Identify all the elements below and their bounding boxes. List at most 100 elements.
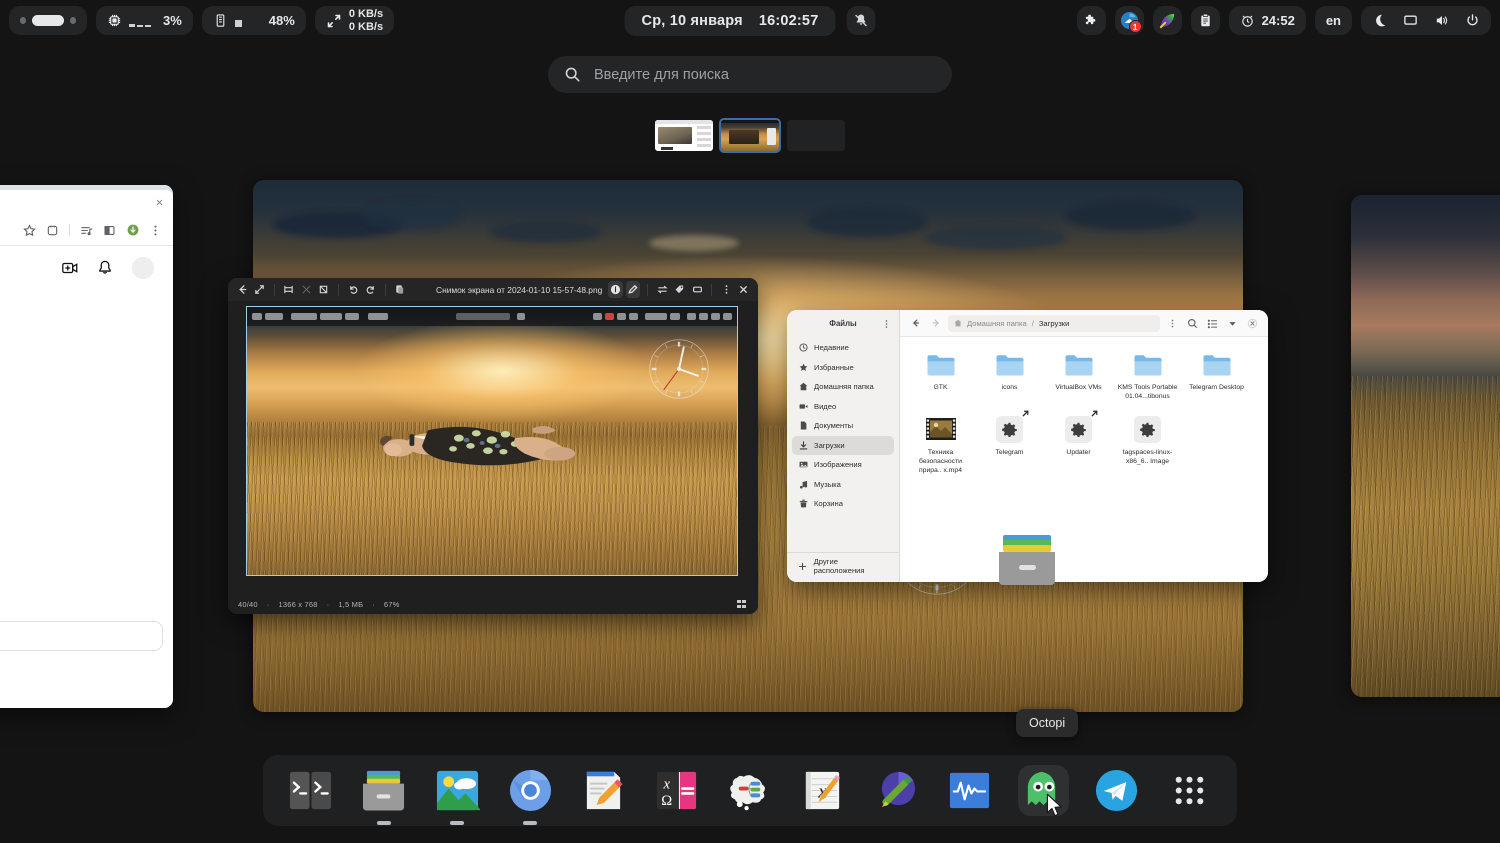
file-item-executable[interactable]: Telegram <box>975 410 1044 476</box>
keyboard-layout-button[interactable]: en <box>1314 6 1352 35</box>
workspace-thumb-2[interactable] <box>719 117 781 153</box>
split-view-icon[interactable] <box>99 220 120 241</box>
recommendation-card[interactable]: и из ваших рекомендаций. <box>0 620 163 651</box>
fit-icon[interactable] <box>282 281 296 298</box>
sidebar-item-downloads[interactable]: Загрузки <box>792 435 894 455</box>
arrow-left-icon[interactable] <box>908 316 923 331</box>
extensions-icon[interactable] <box>42 220 63 241</box>
kebab-menu-icon[interactable] <box>145 220 166 241</box>
timer-widget[interactable]: 24:52 <box>1228 6 1306 35</box>
dock-item-telegram[interactable] <box>1091 765 1142 816</box>
rotate-right-icon[interactable] <box>363 281 377 298</box>
sidebar-item-home[interactable]: Домашняя папка <box>792 377 894 397</box>
dock-item-octopi[interactable] <box>1017 765 1069 817</box>
dock-item-app-grid[interactable] <box>1164 765 1215 816</box>
browser-tab[interactable] <box>0 190 173 215</box>
dock-item-terminal[interactable] <box>285 765 336 816</box>
dock-item-mind-map[interactable] <box>725 765 776 816</box>
list-item[interactable]: м – True Roots ие видео с этого канала <box>0 366 168 393</box>
sidebar-item-documents[interactable]: Документы <box>792 416 894 436</box>
night-light-button[interactable] <box>1365 6 1394 35</box>
arrow-right-icon[interactable] <box>928 316 943 331</box>
browser-content[interactable]: КУЛЯРНЫЙ СТОЛ своими ми. Подробно, от А … <box>0 246 173 708</box>
sidebar-item-music[interactable]: Музыка <box>792 475 894 495</box>
workspace-thumb-3[interactable] <box>787 119 845 151</box>
bookmark-star-icon[interactable] <box>19 220 40 241</box>
power-button[interactable] <box>1458 6 1487 35</box>
dock-item-files[interactable] <box>358 765 409 825</box>
clock[interactable]: Ср, 10 января 16:02:57 <box>624 5 836 36</box>
list-item[interactable]: Perfect Outfeed table! Only s and Plywoo… <box>0 552 168 606</box>
sidebar-item-trash[interactable]: Корзина <box>792 494 894 514</box>
fullscreen-icon[interactable] <box>252 281 266 298</box>
workspace-indicator[interactable] <box>9 6 87 35</box>
search-bar[interactable] <box>548 56 952 93</box>
breadcrumb-home[interactable]: Домашняя папка <box>967 319 1027 328</box>
tag-icon[interactable] <box>672 281 686 298</box>
updates-tray-button[interactable]: 1 <box>1114 6 1144 35</box>
dock-item-xournal[interactable]: x <box>798 765 849 816</box>
image-viewer-window[interactable]: Снимок экрана от 2024-01-10 15-57-48.png <box>228 278 758 614</box>
dock-item-gimp[interactable] <box>871 765 922 816</box>
gallery-grid-icon[interactable] <box>737 599 748 609</box>
chevron-down-icon[interactable] <box>1225 316 1240 331</box>
back-icon[interactable] <box>235 281 249 298</box>
dock-item-calculator[interactable]: x Ω <box>651 765 702 816</box>
cpu-monitor[interactable]: 3% <box>96 6 193 35</box>
image-viewer-canvas[interactable] <box>228 301 758 594</box>
memory-monitor[interactable]: 48% <box>201 6 306 35</box>
file-item-folder[interactable]: GTK <box>906 349 975 402</box>
file-item-folder[interactable]: icons <box>975 349 1044 402</box>
wallpaper-icon[interactable] <box>690 281 704 298</box>
sidebar-item-starred[interactable]: Избранные <box>792 358 894 378</box>
search-icon[interactable] <box>1185 316 1200 331</box>
download-icon[interactable] <box>122 220 143 241</box>
workspace-thumb-1[interactable] <box>655 119 713 151</box>
dock-item-system-monitor[interactable] <box>944 765 995 816</box>
breadcrumb[interactable]: Домашняя папка / Загрузки <box>948 314 1160 332</box>
file-item-executable[interactable]: tagspaces-linux-x86_6.. Image <box>1113 414 1182 476</box>
file-item-folder[interactable]: Telegram Desktop <box>1182 349 1251 402</box>
list-item[interactable]: гольная пила (3in1) aker 리메이커 лн просмот… <box>0 494 168 534</box>
dock-item-image-viewer[interactable] <box>432 765 483 825</box>
dock-item-text-editor[interactable] <box>578 765 629 816</box>
zoom-in-icon[interactable] <box>317 281 331 298</box>
edit-icon[interactable] <box>625 281 641 298</box>
sidebar-item-other-locations[interactable]: Другие расположения <box>792 557 894 577</box>
sidebar-item-videos[interactable]: Видео <box>792 397 894 417</box>
kebab-menu-icon[interactable] <box>1165 316 1180 331</box>
list-item[interactable]: ood model airplane modelo em compensado … <box>0 408 168 480</box>
file-grid[interactable]: GTK icons VirtualBox VMs KMS Tools Porta… <box>900 337 1268 582</box>
dock-item-chromium[interactable] <box>505 765 556 825</box>
volume-button[interactable] <box>1427 6 1456 35</box>
file-item-folder[interactable]: VirtualBox VMs <box>1044 349 1113 402</box>
avatar[interactable] <box>131 256 155 280</box>
file-item-executable[interactable]: Updater <box>1044 410 1113 476</box>
close-icon[interactable] <box>737 281 751 298</box>
flip-icon[interactable] <box>655 281 669 298</box>
close-icon[interactable] <box>1245 316 1260 331</box>
menu-icon[interactable] <box>719 281 733 298</box>
info-icon[interactable] <box>608 281 623 298</box>
files-app-icon[interactable] <box>997 533 1057 587</box>
close-icon[interactable] <box>155 198 164 207</box>
workspace-preview-next[interactable] <box>1351 195 1500 697</box>
rotate-left-icon[interactable] <box>346 281 360 298</box>
paint-tray-button[interactable] <box>1152 6 1182 35</box>
file-item-video[interactable]: Техника безопасности прира.. x.mp4 <box>906 414 975 476</box>
browser-window[interactable]: КУЛЯРНЫЙ СТОЛ своими ми. Подробно, от А … <box>0 185 173 708</box>
playlist-icon[interactable] <box>76 220 97 241</box>
breadcrumb-current[interactable]: Загрузки <box>1039 319 1070 328</box>
search-input[interactable] <box>594 66 936 83</box>
display-button[interactable] <box>1396 6 1425 35</box>
sidebar-item-pictures[interactable]: Изображения <box>792 455 894 475</box>
sidebar-item-recent[interactable]: Недавние <box>792 338 894 358</box>
file-item-folder[interactable]: KMS Tools Portable 01.04...tibonus <box>1113 349 1182 402</box>
zoom-out-icon[interactable] <box>299 281 313 298</box>
notifications-bell-icon[interactable] <box>96 259 114 277</box>
clipboard-tray-button[interactable] <box>1190 6 1220 35</box>
copy-icon[interactable] <box>393 281 407 298</box>
create-video-icon[interactable] <box>61 259 79 277</box>
list-view-icon[interactable] <box>1205 316 1220 331</box>
notifications-button[interactable] <box>846 6 876 35</box>
